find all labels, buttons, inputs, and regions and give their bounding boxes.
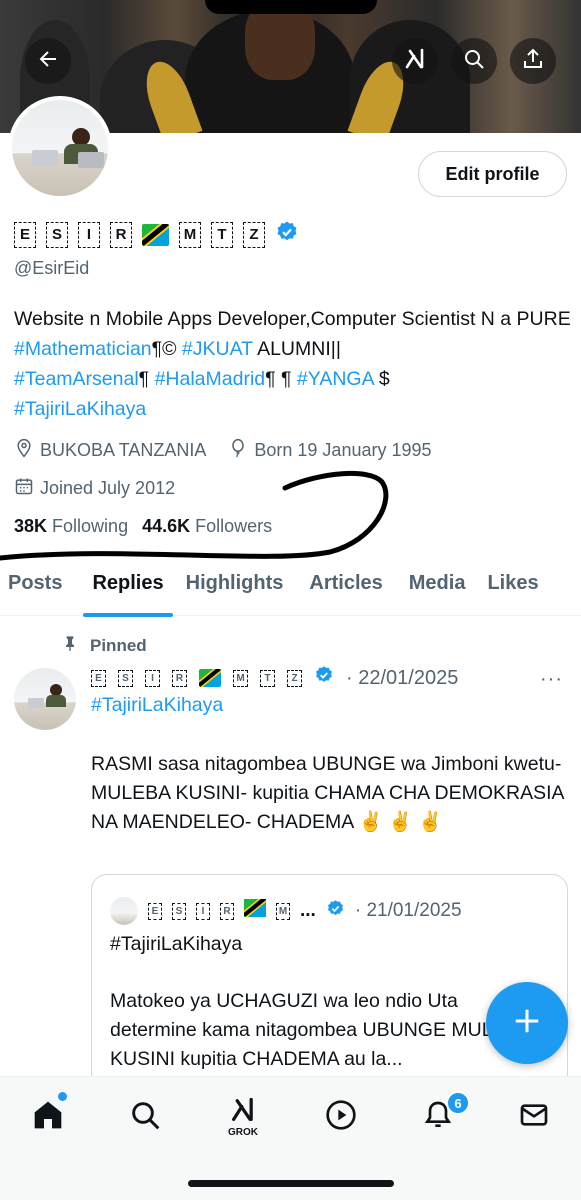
profile-tabs: Posts Replies Highlights Articles Media … xyxy=(0,562,581,617)
grok-icon xyxy=(403,47,427,76)
tab-posts[interactable]: Posts xyxy=(0,562,71,616)
tanzania-flag-icon xyxy=(199,669,221,687)
name-ellipsis: ... xyxy=(300,900,316,921)
home-indicator xyxy=(188,1180,394,1187)
home-icon xyxy=(32,1099,64,1136)
pin-icon xyxy=(62,635,78,656)
display-name: E S I R M T Z xyxy=(14,220,299,249)
quote-date: 21/01/2025 xyxy=(366,900,462,921)
notifications-badge: 6 xyxy=(446,1091,470,1115)
quoted-post[interactable]: E S I R M ... · 21/01/2025 #TajiriLaKiha… xyxy=(91,874,568,1104)
nav-video[interactable] xyxy=(321,1097,361,1137)
name-glyph: I xyxy=(145,669,160,687)
grok-icon xyxy=(229,1096,257,1129)
back-button[interactable] xyxy=(25,38,71,84)
nav-home[interactable] xyxy=(28,1097,68,1137)
name-glyph: E xyxy=(91,669,106,687)
profile-avatar[interactable] xyxy=(8,96,112,200)
bio-text: ¶ ¶ xyxy=(265,368,297,390)
plus-icon xyxy=(512,1006,542,1041)
nav-messages[interactable] xyxy=(514,1097,554,1137)
pinned-label: Pinned xyxy=(62,635,147,656)
grok-button[interactable] xyxy=(392,38,438,84)
tab-articles[interactable]: Articles xyxy=(300,562,391,616)
tab-media[interactable]: Media xyxy=(400,562,475,616)
quote-header: E S I R M ... · 21/01/2025 xyxy=(110,894,462,925)
hashtag-link[interactable]: #TajiriLaKihaya xyxy=(14,398,146,420)
post-avatar[interactable] xyxy=(14,668,76,730)
name-glyph: R xyxy=(110,221,132,248)
bio-text: ALUMNI|| xyxy=(252,338,341,360)
bio-text: Website n Mobile Apps Developer,Computer… xyxy=(14,308,571,330)
post-date-text: 22/01/2025 xyxy=(358,666,459,689)
name-glyph: S xyxy=(172,902,186,920)
tanzania-flag-icon xyxy=(142,223,169,246)
profile-handle: @EsirEid xyxy=(14,258,90,278)
nav-grok[interactable]: GROK xyxy=(223,1096,263,1138)
edit-profile-button[interactable]: Edit profile xyxy=(418,151,567,197)
verified-badge-icon xyxy=(275,220,299,249)
profile-bio: Website n Mobile Apps Developer,Computer… xyxy=(14,304,574,424)
bio-text: $ xyxy=(373,368,390,390)
post-date[interactable]: · 22/01/2025 xyxy=(346,667,458,690)
home-unread-dot xyxy=(58,1092,67,1101)
hashtag-link[interactable]: #Mathematician xyxy=(14,338,152,360)
verified-badge-icon xyxy=(326,899,345,924)
device-notch xyxy=(205,0,377,14)
bio-text: ¶ xyxy=(138,368,155,390)
arrow-left-icon xyxy=(36,47,60,76)
name-glyph: M xyxy=(179,221,201,248)
search-button[interactable] xyxy=(451,38,497,84)
post-text: RASMI sasa nitagombea UBUNGE wa Jimboni … xyxy=(91,753,564,833)
quote-avatar xyxy=(110,897,138,925)
name-glyph: E xyxy=(148,902,162,920)
search-icon xyxy=(462,47,486,76)
name-glyph: T xyxy=(260,669,275,687)
share-icon xyxy=(521,47,545,76)
post-more-button[interactable]: ··· xyxy=(540,668,563,691)
quote-hashtag: #TajiriLaKihaya xyxy=(110,933,243,955)
pinned-text: Pinned xyxy=(90,635,147,655)
name-glyph: I xyxy=(78,221,100,248)
birthday-text: Born 19 January 1995 xyxy=(254,440,432,460)
play-circle-icon xyxy=(325,1099,357,1136)
hand-drawn-scribble xyxy=(0,471,389,561)
grok-label: GROK xyxy=(228,1127,258,1138)
name-glyph: T xyxy=(211,221,233,248)
tab-replies[interactable]: Replies xyxy=(83,562,173,617)
tanzania-flag-icon xyxy=(241,894,269,923)
name-glyph: Z xyxy=(243,221,265,248)
name-glyph: S xyxy=(46,221,68,248)
post-hashtag[interactable]: #TajiriLaKihaya xyxy=(91,694,223,717)
name-glyph: S xyxy=(118,669,133,687)
hashtag-link[interactable]: #TeamArsenal xyxy=(14,368,139,390)
name-glyph: M xyxy=(276,902,290,920)
hashtag-link[interactable]: #JKUAT xyxy=(182,338,253,360)
name-glyph: M xyxy=(233,669,248,687)
search-icon xyxy=(129,1099,161,1136)
quote-text: Matokeo ya UCHAGUZI wa leo ndio Uta dete… xyxy=(110,990,531,1070)
name-glyph: I xyxy=(196,902,210,920)
name-glyph: R xyxy=(220,902,234,920)
bio-text: ¶© xyxy=(151,338,182,360)
tab-highlights[interactable]: Highlights xyxy=(177,562,293,616)
hashtag-link[interactable]: #YANGA xyxy=(297,368,374,390)
hashtag-link[interactable]: #HalaMadrid xyxy=(155,368,266,390)
name-glyph: Z xyxy=(287,669,302,687)
share-button[interactable] xyxy=(510,38,556,84)
nav-search[interactable] xyxy=(125,1097,165,1137)
verified-badge-icon xyxy=(314,665,334,691)
name-glyph: E xyxy=(14,221,36,248)
mail-icon xyxy=(518,1099,550,1136)
location-text: BUKOBA TANZANIA xyxy=(40,440,207,460)
tab-likes[interactable]: Likes xyxy=(478,562,547,616)
post-header: E S I R M T Z · 22/01/2025 xyxy=(91,665,458,691)
name-glyph: R xyxy=(172,669,187,687)
compose-button[interactable] xyxy=(486,982,568,1064)
